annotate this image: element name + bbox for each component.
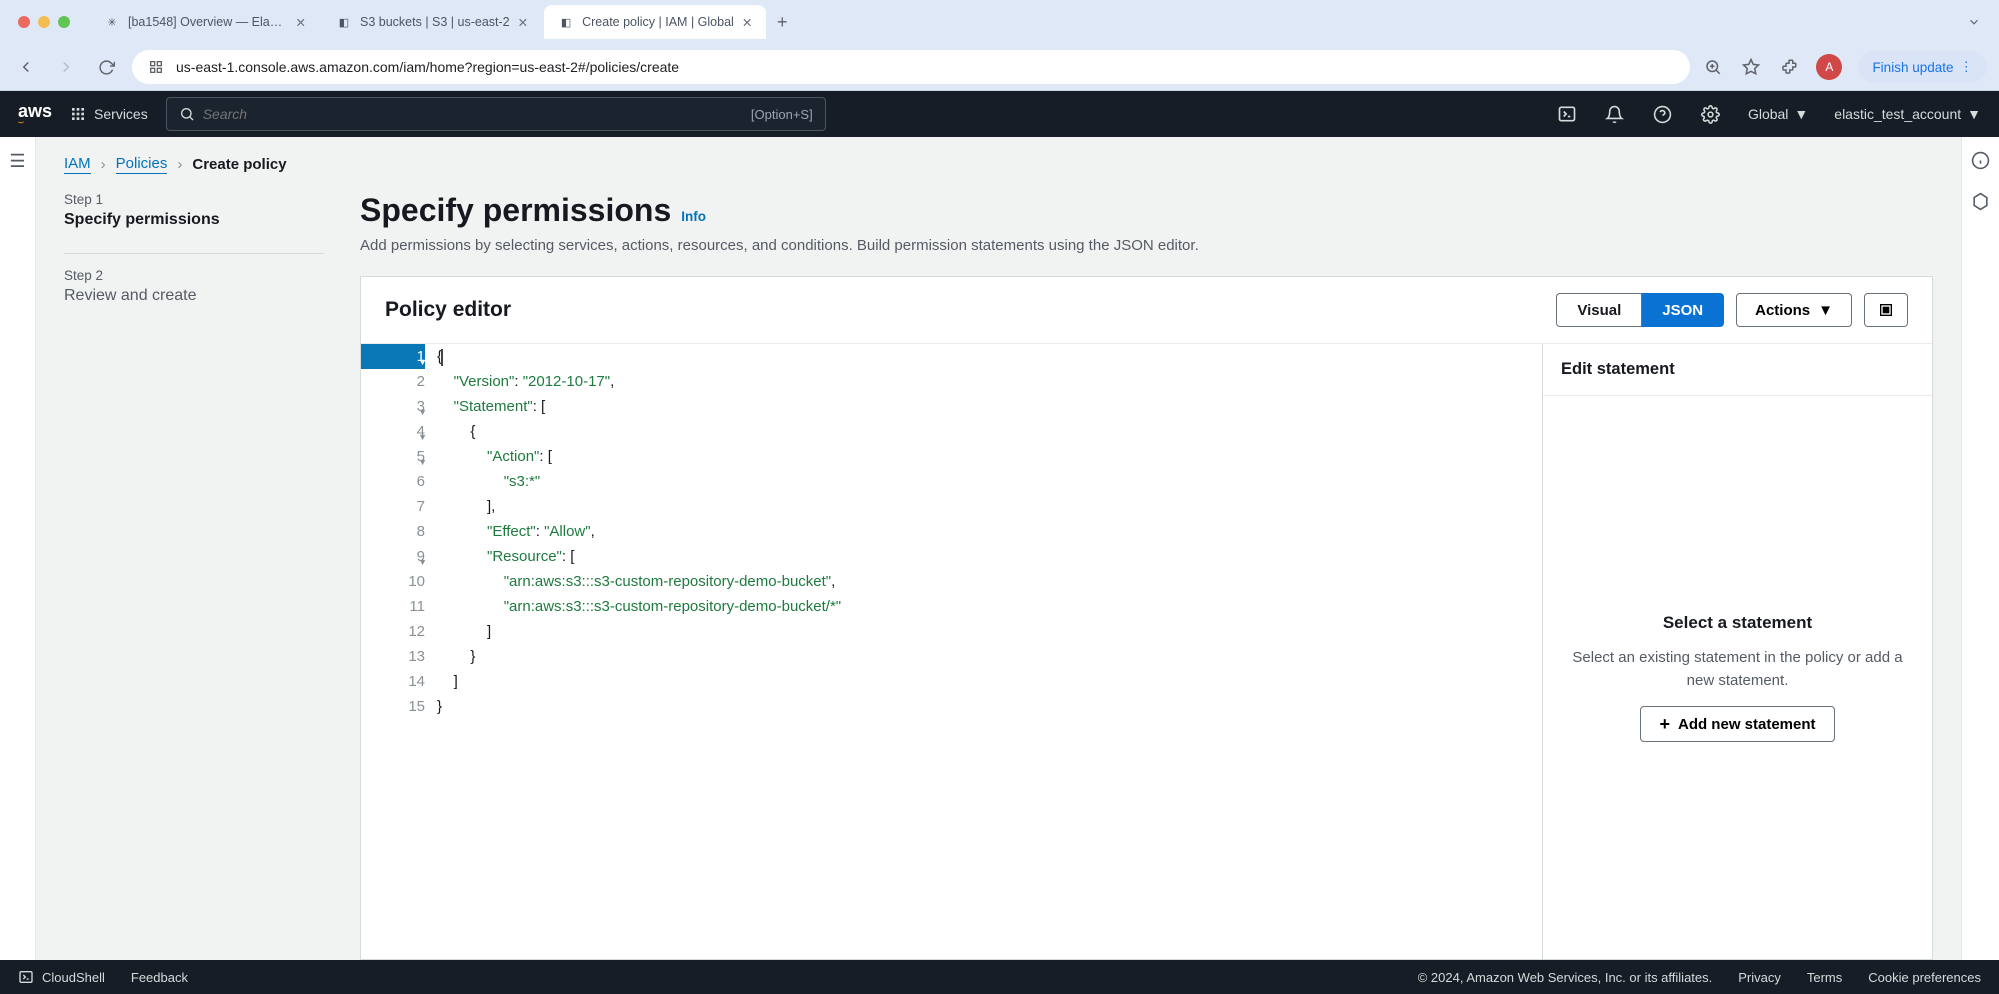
- kbd-hint: [Option+S]: [751, 107, 813, 122]
- new-tab-button[interactable]: +: [768, 8, 796, 36]
- breadcrumb-item: Create policy: [192, 156, 286, 173]
- breadcrumb-separator-icon: ›: [101, 156, 106, 173]
- back-button[interactable]: [12, 53, 40, 81]
- page-title: Specify permissions: [360, 192, 671, 229]
- fullscreen-button[interactable]: [1864, 293, 1908, 327]
- settings-icon[interactable]: [1700, 103, 1722, 125]
- browser-tab[interactable]: ✳ [ba1548] Overview — Elastic… ✕: [90, 5, 320, 39]
- right-rail: [1961, 137, 1999, 960]
- editor-mode-toggle: Visual JSON: [1556, 293, 1724, 327]
- account-selector[interactable]: elastic_test_account▼: [1834, 106, 1981, 122]
- cloudshell-icon[interactable]: [1556, 103, 1578, 125]
- tab-favicon: ✳: [104, 14, 120, 30]
- extensions-icon[interactable]: [1778, 56, 1800, 78]
- empty-state-text: Select an existing statement in the poli…: [1569, 647, 1906, 692]
- visual-tab[interactable]: Visual: [1556, 293, 1642, 327]
- json-tab[interactable]: JSON: [1642, 293, 1724, 327]
- tab-close-icon[interactable]: ✕: [742, 15, 752, 30]
- side-panel-heading: Edit statement: [1543, 344, 1932, 396]
- tab-favicon: ◧: [558, 14, 574, 30]
- feedback-link[interactable]: Feedback: [131, 970, 188, 985]
- profile-avatar[interactable]: A: [1816, 54, 1842, 80]
- zoom-icon[interactable]: [1702, 56, 1724, 78]
- tab-close-icon[interactable]: ✕: [296, 15, 306, 30]
- finish-update-button[interactable]: Finish update⋮: [1858, 51, 1987, 83]
- help-icon[interactable]: [1652, 103, 1674, 125]
- policy-editor-panel: Policy editor Visual JSON Actions▼: [360, 276, 1933, 960]
- browser-chrome: ✳ [ba1548] Overview — Elastic… ✕ ◧ S3 bucket…: [0, 0, 1999, 91]
- nav-toggle-icon[interactable]: ☰: [9, 151, 25, 172]
- browser-tab[interactable]: ◧ Create policy | IAM | Global ✕: [544, 5, 766, 39]
- wizard-step-title: Specify permissions: [64, 211, 324, 229]
- search-box[interactable]: [Option+S]: [166, 97, 826, 131]
- info-drawer-icon[interactable]: [1971, 151, 1990, 170]
- aws-header: aws ⌣ Services [Option+S] Global▼ elasti…: [0, 91, 1999, 137]
- breadcrumbs: IAM › Policies › Create policy: [64, 155, 1933, 174]
- tab-strip: ✳ [ba1548] Overview — Elastic… ✕ ◧ S3 bucket…: [0, 0, 1999, 44]
- zoom-dot[interactable]: [58, 16, 70, 28]
- region-selector[interactable]: Global▼: [1748, 106, 1808, 122]
- tab-title: [ba1548] Overview — Elastic…: [128, 15, 288, 29]
- tabs-overflow-icon[interactable]: [1967, 15, 1981, 29]
- breadcrumb-separator-icon: ›: [177, 156, 182, 173]
- extra-drawer-icon[interactable]: [1971, 192, 1990, 211]
- copyright-text: © 2024, Amazon Web Services, Inc. or its…: [1418, 970, 1713, 985]
- aws-logo[interactable]: aws ⌣: [18, 102, 52, 127]
- info-link[interactable]: Info: [681, 209, 706, 224]
- left-rail: ☰: [0, 137, 36, 960]
- cloudshell-button[interactable]: CloudShell: [18, 969, 105, 985]
- bookmark-icon[interactable]: [1740, 56, 1762, 78]
- add-statement-button[interactable]: +Add new statement: [1640, 706, 1834, 742]
- url-field[interactable]: us-east-1.console.aws.amazon.com/iam/hom…: [132, 50, 1690, 84]
- empty-state-title: Select a statement: [1663, 613, 1812, 633]
- address-bar-actions: A Finish update⋮: [1702, 51, 1987, 83]
- address-bar: us-east-1.console.aws.amazon.com/iam/hom…: [0, 44, 1999, 90]
- tab-favicon: ◧: [336, 14, 352, 30]
- tab-title: Create policy | IAM | Global: [582, 15, 734, 29]
- statement-side-panel: Edit statement Select a statement Select…: [1542, 344, 1932, 959]
- site-settings-icon[interactable]: [146, 57, 166, 77]
- breadcrumb-item[interactable]: Policies: [116, 155, 168, 174]
- minimize-dot[interactable]: [38, 16, 50, 28]
- actions-dropdown[interactable]: Actions▼: [1736, 293, 1852, 327]
- tab-close-icon[interactable]: ✕: [518, 15, 528, 30]
- traffic-lights: [18, 16, 70, 28]
- aws-footer: CloudShell Feedback © 2024, Amazon Web S…: [0, 960, 1999, 994]
- browser-tab[interactable]: ◧ S3 buckets | S3 | us-east-2 ✕: [322, 5, 542, 39]
- forward-button[interactable]: [52, 53, 80, 81]
- breadcrumb-item[interactable]: IAM: [64, 155, 91, 174]
- wizard-step[interactable]: Step 1 Specify permissions: [64, 192, 324, 229]
- page-subtitle: Add permissions by selecting services, a…: [360, 237, 1933, 254]
- panel-title: Policy editor: [385, 298, 511, 322]
- search-icon: [179, 106, 195, 122]
- tab-title: S3 buckets | S3 | us-east-2: [360, 15, 510, 29]
- wizard-step-label: Step 1: [64, 192, 324, 207]
- wizard-step-title: Review and create: [64, 287, 324, 305]
- search-input[interactable]: [203, 106, 743, 122]
- wizard-step-label: Step 2: [64, 268, 324, 283]
- wizard-nav: Step 1 Specify permissions Step 2 Review an…: [64, 192, 324, 960]
- wizard-step[interactable]: Step 2 Review and create: [64, 268, 324, 305]
- cookie-prefs-link[interactable]: Cookie preferences: [1868, 970, 1981, 985]
- notifications-icon[interactable]: [1604, 103, 1626, 125]
- url-text: us-east-1.console.aws.amazon.com/iam/hom…: [176, 59, 679, 75]
- code-editor[interactable]: 1▼23▼4▼5▼6789▼101112131415 { "Version": …: [361, 344, 1542, 959]
- privacy-link[interactable]: Privacy: [1738, 970, 1781, 985]
- close-dot[interactable]: [18, 16, 30, 28]
- services-menu[interactable]: Services: [70, 106, 148, 122]
- terms-link[interactable]: Terms: [1807, 970, 1842, 985]
- reload-button[interactable]: [92, 53, 120, 81]
